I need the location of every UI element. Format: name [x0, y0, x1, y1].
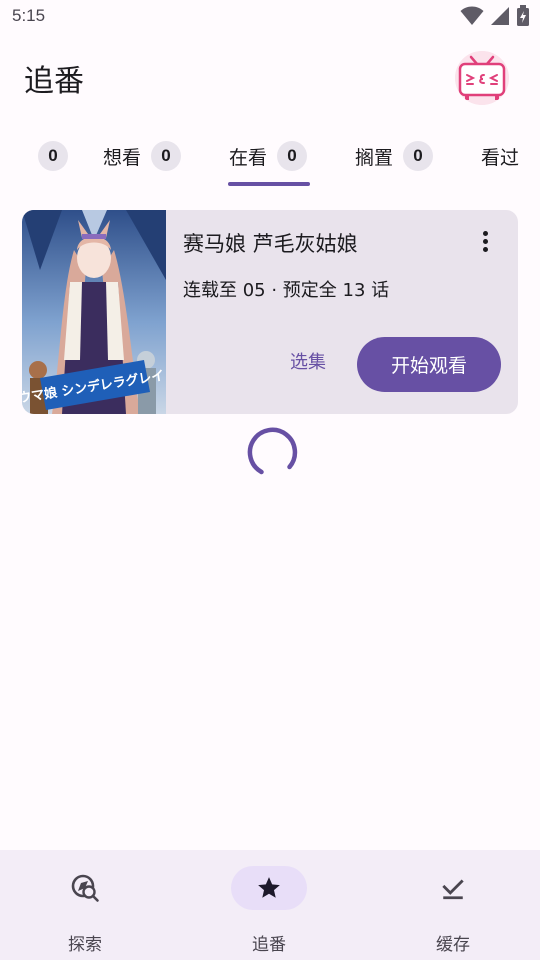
more-options-icon[interactable]: [472, 228, 498, 258]
status-time: 5:15: [12, 6, 46, 25]
nav-item-cache[interactable]: 缓存: [399, 866, 499, 955]
avatar[interactable]: [455, 51, 509, 105]
tab-label: 想看: [103, 146, 142, 169]
anime-title: 赛马娘 芦毛灰姑娘: [183, 232, 358, 256]
battery-icon: [517, 5, 529, 26]
download-done-icon: [442, 879, 464, 900]
status-bar: 5:15: [0, 0, 540, 36]
nav-item-following[interactable]: 追番: [215, 866, 315, 955]
select-episode-button[interactable]: 选集: [290, 348, 326, 374]
tab-count-badge: 0: [151, 141, 182, 171]
nav-item-explore[interactable]: 探索: [31, 866, 131, 955]
loading-spinner: [247, 427, 298, 475]
tab-count-badge: 0: [38, 141, 68, 171]
nav-label: 追番: [252, 935, 286, 955]
star-icon: [258, 877, 280, 898]
collection-tabs: 0 想看 0 在看 0 搁置 0 看过: [0, 124, 540, 188]
bottom-navigation: 探索 追番 缓存: [0, 850, 540, 960]
explore-search-icon: [71, 874, 99, 902]
tab-wish[interactable]: 想看 0: [103, 124, 182, 188]
tab-label: 在看: [229, 146, 268, 169]
tab-on-hold[interactable]: 搁置 0: [355, 124, 434, 188]
tab-all[interactable]: 0: [28, 124, 68, 188]
tab-count-badge: 0: [403, 141, 434, 171]
tab-count-badge: 0: [277, 141, 308, 171]
tab-watching[interactable]: 在看 0: [229, 124, 308, 188]
avatar-icon: [455, 51, 509, 105]
tab-label: 搁置: [355, 146, 394, 169]
tab-label: 看过: [481, 146, 520, 169]
status-icons: [460, 5, 530, 27]
cellular-signal-icon: [491, 7, 509, 25]
anime-card[interactable]: ウマ娘 シンデレラグレイ 赛马娘 芦毛灰姑娘 连载至 05 · 预定全 13 话…: [22, 210, 518, 414]
nav-label: 探索: [68, 935, 102, 955]
nav-pill-active: [231, 866, 307, 910]
start-watching-button[interactable]: 开始观看: [357, 337, 501, 392]
top-app-bar: 追番: [0, 40, 540, 112]
wifi-icon: [460, 6, 484, 25]
page-title: 追番: [24, 64, 84, 99]
nav-pill: [415, 866, 491, 910]
tab-indicator: [228, 182, 310, 186]
cover-image: ウマ娘 シンデレラグレイ: [22, 210, 166, 414]
tab-watched[interactable]: 看过: [481, 124, 519, 188]
episode-progress: 连载至 05 · 预定全 13 话: [183, 280, 390, 301]
nav-pill: [47, 866, 123, 910]
nav-label: 缓存: [436, 935, 470, 955]
